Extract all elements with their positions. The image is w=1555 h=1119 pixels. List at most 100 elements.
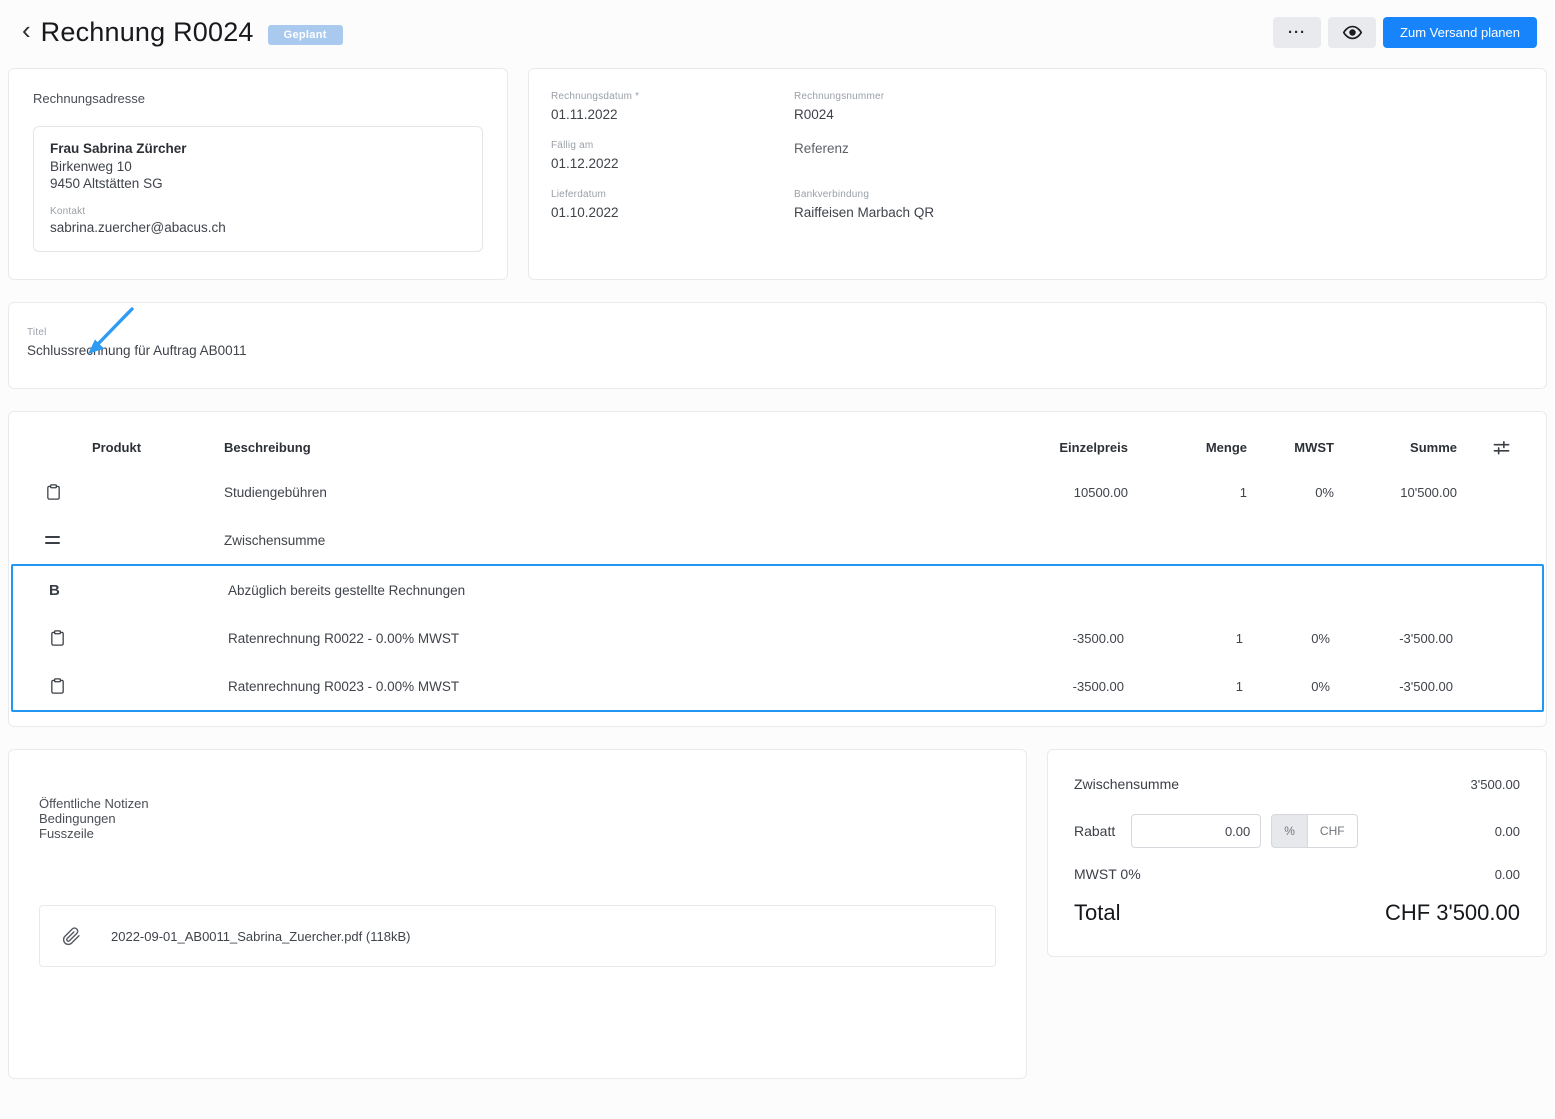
- line-item-row[interactable]: Ratenrechnung R0022 - 0.00% MWST -3500.0…: [13, 614, 1542, 662]
- total-value: CHF 3'500.00: [1384, 900, 1520, 925]
- field-delivery-date-label: Lieferdatum: [551, 189, 607, 200]
- discount-input[interactable]: [1131, 814, 1262, 848]
- back-chevron-icon: ‹: [22, 15, 31, 45]
- column-header-quantity: Menge: [1205, 439, 1247, 455]
- item-unit-price: -3500.00: [1072, 630, 1124, 646]
- item-unit-price: -3500.00: [1072, 678, 1124, 694]
- column-header-vat: MWST: [1294, 439, 1334, 455]
- vat-value: 0.00: [1494, 866, 1520, 882]
- item-total: -3'500.00: [1399, 630, 1453, 646]
- item-description: Ratenrechnung R0023 - 0.00% MWST: [228, 678, 460, 694]
- field-bank-account-label: Bankverbindung: [794, 189, 870, 200]
- title-field-label: Titel: [27, 327, 47, 338]
- contact-label: Kontakt: [50, 206, 86, 217]
- vat-row: MWST 0% 0.00: [1074, 866, 1520, 882]
- field-invoice-number[interactable]: Rechnungsnummer R0024: [794, 91, 1524, 124]
- recipient-city: 9450 Altstätten SG: [50, 176, 163, 191]
- preview-button[interactable]: [1328, 16, 1377, 48]
- item-quantity: 1: [1235, 630, 1243, 646]
- field-delivery-date-value: 01.10.2022: [551, 205, 619, 220]
- field-reference[interactable]: Referenz: [794, 140, 1524, 173]
- column-header-unit-price: Einzelpreis: [1059, 439, 1128, 455]
- line-item-row[interactable]: Studiengebühren 10500.00 1 0% 10'500.00: [9, 468, 1546, 516]
- subtotal-summary-value: 3'500.00: [1470, 776, 1520, 792]
- item-total: -3'500.00: [1399, 678, 1453, 694]
- status-badge: Geplant: [267, 25, 343, 45]
- subtotal-summary-label: Zwischensumme: [1074, 776, 1180, 792]
- item-description: Ratenrechnung R0022 - 0.00% MWST: [228, 630, 460, 646]
- subtotal-summary-row: Zwischensumme 3'500.00: [1074, 776, 1520, 792]
- discount-unit-percent-button[interactable]: %: [1271, 814, 1308, 848]
- field-delivery-date[interactable]: Lieferdatum 01.10.2022: [551, 189, 794, 222]
- field-invoice-number-label: Rechnungsnummer: [794, 91, 885, 102]
- item-vat: 0%: [1315, 484, 1334, 500]
- field-invoice-date-label: Rechnungsdatum *: [551, 91, 640, 102]
- footer-label[interactable]: Fusszeile: [39, 826, 996, 841]
- field-due-date-value: 01.12.2022: [551, 156, 619, 171]
- subtotal-icon: [45, 532, 60, 548]
- product-clipboard-icon: [49, 629, 66, 647]
- recipient-street: Birkenweg 10: [50, 159, 132, 174]
- attachment-filename: 2022-09-01_AB0011_Sabrina_Zuercher.pdf (…: [111, 928, 411, 944]
- ellipsis-icon: ···: [1288, 23, 1307, 41]
- title-field-value[interactable]: Schlussrechnung für Auftrag AB0011: [27, 343, 1528, 358]
- item-quantity: 1: [1239, 484, 1247, 500]
- field-invoice-date[interactable]: Rechnungsdatum * 01.11.2022: [551, 91, 794, 124]
- highlighted-rows-group: B Abzüglich bereits gestellte Rechnungen…: [11, 564, 1544, 712]
- recipient-name: Frau Sabrina Zürcher: [50, 141, 187, 156]
- item-vat: 0%: [1311, 630, 1330, 646]
- vat-label: MWST 0%: [1074, 866, 1141, 882]
- terms-label[interactable]: Bedingungen: [39, 811, 996, 826]
- discount-unit-toggle: % CHF: [1271, 814, 1358, 848]
- title-card: Titel Schlussrechnung für Auftrag AB0011: [8, 302, 1547, 389]
- column-settings-button[interactable]: [1491, 437, 1512, 458]
- notes-card: Öffentliche Notizen Bedingungen Fusszeil…: [8, 749, 1027, 1079]
- field-due-date-label: Fällig am: [551, 140, 594, 151]
- column-header-total: Summe: [1410, 439, 1457, 455]
- invoice-details-card: Rechnungsdatum * 01.11.2022 Rechnungsnum…: [528, 68, 1547, 280]
- totals-card: Zwischensumme 3'500.00 Rabatt % CHF 0.00…: [1047, 749, 1547, 957]
- field-reference-label: Referenz: [794, 141, 849, 156]
- field-due-date[interactable]: Fällig am 01.12.2022: [551, 140, 794, 173]
- paperclip-icon: [62, 926, 81, 946]
- top-cards-row: Rechnungsadresse Frau Sabrina Zürcher Bi…: [8, 68, 1547, 280]
- item-total: 10'500.00: [1400, 484, 1457, 500]
- header: ‹ Rechnung R0024 Geplant ··· Zum Versand…: [8, 0, 1547, 64]
- item-description: Studiengebühren: [224, 484, 327, 500]
- field-invoice-date-value: 01.11.2022: [551, 107, 618, 122]
- discount-value: 0.00: [1494, 823, 1520, 839]
- more-actions-button[interactable]: ···: [1273, 16, 1322, 48]
- column-settings-icon: [1493, 439, 1510, 456]
- item-unit-price: 10500.00: [1073, 484, 1128, 500]
- invoice-page: ‹ Rechnung R0024 Geplant ··· Zum Versand…: [0, 0, 1555, 1119]
- public-notes-label[interactable]: Öffentliche Notizen: [39, 796, 996, 811]
- field-invoice-number-value: R0024: [794, 107, 834, 122]
- total-row: Total CHF 3'500.00: [1074, 900, 1520, 926]
- column-header-product: Produkt: [91, 439, 142, 455]
- total-label: Total: [1074, 900, 1121, 925]
- line-item-row[interactable]: Ratenrechnung R0023 - 0.00% MWST -3500.0…: [13, 662, 1542, 710]
- item-vat: 0%: [1311, 678, 1330, 694]
- back-button[interactable]: ‹: [22, 17, 41, 47]
- discount-row: Rabatt % CHF 0.00: [1074, 814, 1520, 848]
- discount-label: Rabatt: [1074, 823, 1116, 839]
- line-items-table: Produkt Beschreibung Einzelpreis Menge M…: [8, 411, 1547, 727]
- item-description: Zwischensumme: [224, 532, 326, 548]
- product-clipboard-icon: [49, 677, 66, 695]
- billing-address-label: Rechnungsadresse: [33, 91, 146, 106]
- text-block-row[interactable]: B Abzüglich bereits gestellte Rechnungen: [13, 566, 1542, 614]
- field-bank-account[interactable]: Bankverbindung Raiffeisen Marbach QR: [794, 189, 1524, 222]
- page-title: Rechnung R0024: [40, 16, 254, 47]
- bottom-cards-row: Öffentliche Notizen Bedingungen Fusszeil…: [8, 749, 1547, 1079]
- schedule-send-button[interactable]: Zum Versand planen: [1383, 16, 1537, 48]
- attachment-item[interactable]: 2022-09-01_AB0011_Sabrina_Zuercher.pdf (…: [39, 905, 996, 967]
- product-clipboard-icon: [45, 483, 62, 501]
- billing-address-box[interactable]: Frau Sabrina Zürcher Birkenweg 10 9450 A…: [33, 126, 483, 252]
- discount-unit-chf-button[interactable]: CHF: [1307, 814, 1358, 848]
- eye-icon: [1342, 23, 1362, 42]
- table-header-row: Produkt Beschreibung Einzelpreis Menge M…: [9, 426, 1546, 468]
- item-quantity: 1: [1235, 678, 1243, 694]
- subtotal-row[interactable]: Zwischensumme: [9, 516, 1546, 564]
- billing-address-card: Rechnungsadresse Frau Sabrina Zürcher Bi…: [8, 68, 508, 280]
- item-description: Abzüglich bereits gestellte Rechnungen: [228, 582, 466, 598]
